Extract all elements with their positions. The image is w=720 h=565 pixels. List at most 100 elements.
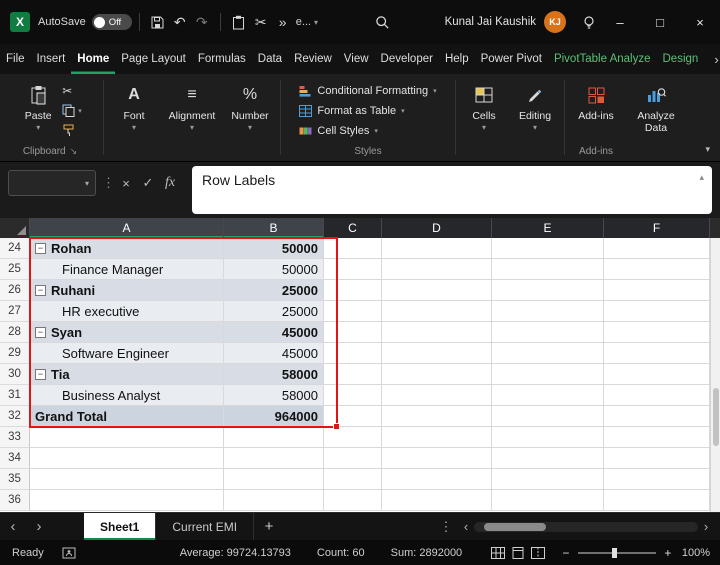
cell-f24[interactable] [604,238,710,259]
cell-e25[interactable] [492,259,604,280]
cell-f32[interactable] [604,406,710,427]
cell-f29[interactable] [604,343,710,364]
cell-b26[interactable]: 25000 [224,280,324,301]
cell-b25[interactable]: 50000 [224,259,324,280]
cell-d34[interactable] [382,448,492,469]
row-header-31[interactable]: 31 [0,385,30,406]
row-header-25[interactable]: 25 [0,259,30,280]
column-header-b[interactable]: B [224,218,324,238]
cell-f27[interactable] [604,301,710,322]
cell-e30[interactable] [492,364,604,385]
cell-a31[interactable]: Business Analyst [30,385,224,406]
cell-d24[interactable] [382,238,492,259]
cell-d36[interactable] [382,490,492,511]
cell-e28[interactable] [492,322,604,343]
cell-c25[interactable] [324,259,382,280]
zoom-in-icon[interactable]: + [660,546,676,560]
clipboard-icon[interactable] [228,8,250,36]
row-header-27[interactable]: 27 [0,301,30,322]
copy-button[interactable]: ▾ [62,102,82,119]
horizontal-scroll-track[interactable] [474,521,698,532]
column-header-e[interactable]: E [492,218,604,238]
vertical-scrollbar-thumb[interactable] [713,388,719,446]
zoom-out-icon[interactable]: − [558,546,574,560]
cell-b24[interactable]: 50000 [224,238,324,259]
addins-button[interactable]: Add-ins [569,80,623,122]
drag-handle-icon[interactable]: ⋮ [102,175,115,191]
cell-b31[interactable]: 58000 [224,385,324,406]
cell-a34[interactable] [30,448,224,469]
cell-e27[interactable] [492,301,604,322]
horizontal-scrollbar-thumb[interactable] [484,522,546,531]
sheet-tab-current-emi[interactable]: Current EMI [155,513,255,540]
cell-b30[interactable]: 58000 [224,364,324,385]
undo-icon[interactable]: ↶ [169,8,191,36]
sheet-nav-next-icon[interactable]: › [26,513,52,540]
cell-c34[interactable] [324,448,382,469]
avatar[interactable]: KJ [544,11,566,33]
name-box[interactable]: ▾ [8,170,96,196]
cell-d33[interactable] [382,427,492,448]
more-tabs-icon[interactable]: › [704,44,720,74]
redo-icon[interactable]: ↷ [191,8,213,36]
close-button[interactable]: × [680,0,720,44]
row-header-36[interactable]: 36 [0,490,30,511]
cell-d27[interactable] [382,301,492,322]
page-break-view-icon[interactable] [528,544,548,562]
row-header-32[interactable]: 32 [0,406,30,427]
cell-e29[interactable] [492,343,604,364]
scroll-right-icon[interactable]: › [698,519,714,534]
vertical-scrollbar[interactable] [710,238,720,512]
row-header-35[interactable]: 35 [0,469,30,490]
collapse-icon[interactable]: − [35,368,46,380]
cell-e35[interactable] [492,469,604,490]
column-header-f[interactable]: F [604,218,710,238]
cell-f25[interactable] [604,259,710,280]
cell-c24[interactable] [324,238,382,259]
cell-e26[interactable] [492,280,604,301]
collapse-formula-bar-icon[interactable]: ▴ [699,172,704,183]
cell-a35[interactable] [30,469,224,490]
cell-b36[interactable] [224,490,324,511]
excel-logo-icon[interactable]: X [10,12,30,32]
collapse-icon[interactable]: − [35,284,46,296]
accessibility-icon[interactable] [62,547,76,559]
row-header-29[interactable]: 29 [0,343,30,364]
cell-f33[interactable] [604,427,710,448]
menu-tab-data[interactable]: Data [252,44,288,74]
cell-a24[interactable]: − Rohan [30,238,224,259]
menu-tab-power-pivot[interactable]: Power Pivot [475,44,548,74]
row-header-24[interactable]: 24 [0,238,30,259]
cell-f30[interactable] [604,364,710,385]
cell-d30[interactable] [382,364,492,385]
formula-input[interactable]: Row Labels ▴ [192,166,712,214]
menu-tab-formulas[interactable]: Formulas [192,44,252,74]
menu-tab-design[interactable]: Design [657,44,705,74]
cell-f26[interactable] [604,280,710,301]
select-all-button[interactable] [0,218,30,238]
cell-f34[interactable] [604,448,710,469]
cell-b34[interactable] [224,448,324,469]
column-header-d[interactable]: D [382,218,492,238]
cell-a30[interactable]: − Tia [30,364,224,385]
cell-a29[interactable]: Software Engineer [30,343,224,364]
alignment-button[interactable]: ≡ Alignment ▾ [161,80,223,132]
row-header-28[interactable]: 28 [0,322,30,343]
sheet-options-icon[interactable]: ⋮ [434,513,458,540]
menu-tab-file[interactable]: File [0,44,31,74]
cancel-button[interactable]: × [116,172,136,194]
collapse-icon[interactable]: − [35,326,46,338]
row-header-30[interactable]: 30 [0,364,30,385]
cell-f31[interactable] [604,385,710,406]
cell-a25[interactable]: Finance Manager [30,259,224,280]
cell-c31[interactable] [324,385,382,406]
menu-tab-insert[interactable]: Insert [31,44,72,74]
menu-tab-home[interactable]: Home [71,44,115,74]
cell-d28[interactable] [382,322,492,343]
cell-c28[interactable] [324,322,382,343]
status-sum[interactable]: Sum: 2892000 [391,547,463,559]
user-name[interactable]: Kunal Jai Kaushik [445,16,536,28]
normal-view-icon[interactable] [488,544,508,562]
cell-e33[interactable] [492,427,604,448]
cells-button[interactable]: Cells ▾ [460,80,508,132]
